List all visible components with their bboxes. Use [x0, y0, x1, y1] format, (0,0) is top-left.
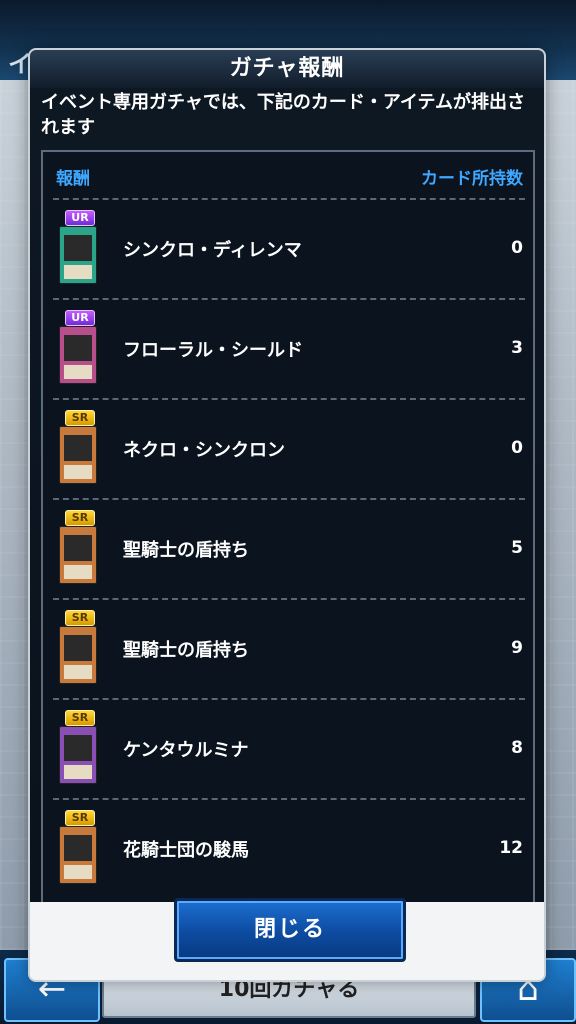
rarity-badge: SR [65, 610, 95, 626]
rarity-badge: SR [65, 410, 95, 426]
card-count: 0 [511, 238, 523, 258]
card-name: 聖騎士の盾持ち [123, 540, 249, 561]
reward-column-header: 報酬 [56, 169, 90, 189]
close-button[interactable]: 閉じる [174, 898, 406, 962]
list-item[interactable]: SR ケンタウルミナ 8 [53, 698, 525, 800]
synchro-card-icon [59, 226, 97, 284]
card-count: 3 [511, 338, 523, 358]
list-item[interactable]: SR 花騎士団の駿馬 12 [53, 798, 525, 900]
rarity-badge: SR [65, 710, 95, 726]
rarity-badge: UR [65, 310, 95, 326]
card-name: フローラル・シールド [123, 340, 303, 361]
list-item[interactable]: SR ネクロ・シンクロン 0 [53, 398, 525, 500]
fusion-monster-card-icon [59, 726, 97, 784]
rarity-badge: SR [65, 510, 95, 526]
effect-monster-card-icon [59, 426, 97, 484]
reward-list[interactable]: 報酬 カード所持数 UR シンクロ・ディレンマ 0 UR フローラル・シールド … [41, 150, 535, 904]
dialog-title: ガチャ報酬 [229, 56, 345, 81]
card-name: 花騎士団の駿馬 [123, 840, 249, 861]
dialog-body: イベント専用ガチャでは、下記のカード・アイテムが排出されます 報酬 カード所持数… [30, 88, 544, 904]
card-count: 8 [511, 738, 523, 758]
dialog-description: イベント専用ガチャでは、下記のカード・アイテムが排出されます [41, 92, 526, 138]
card-count: 9 [511, 638, 523, 658]
card-count-column-header: カード所持数 [421, 169, 523, 189]
card-count: 0 [511, 438, 523, 458]
dialog-header: ガチャ報酬 [30, 50, 544, 88]
list-header: 報酬 カード所持数 [43, 152, 533, 198]
list-item[interactable]: UR フローラル・シールド 3 [53, 298, 525, 400]
rarity-badge: UR [65, 210, 95, 226]
effect-monster-card-icon [59, 626, 97, 684]
gacha-reward-dialog: ガチャ報酬 イベント専用ガチャでは、下記のカード・アイテムが排出されます 報酬 … [30, 50, 544, 980]
rarity-badge: SR [65, 810, 95, 826]
list-item[interactable]: SR 聖騎士の盾持ち 9 [53, 598, 525, 700]
card-count: 5 [511, 538, 523, 558]
card-count: 12 [499, 838, 523, 858]
list-item[interactable]: SR 聖騎士の盾持ち 5 [53, 498, 525, 600]
card-name: ネクロ・シンクロン [123, 440, 285, 461]
card-name: ケンタウルミナ [123, 740, 249, 761]
card-name: 聖騎士の盾持ち [123, 640, 249, 661]
effect-monster-card-icon [59, 826, 97, 884]
trap-card-icon [59, 326, 97, 384]
effect-monster-card-icon [59, 526, 97, 584]
card-name: シンクロ・ディレンマ [123, 240, 302, 261]
list-item[interactable]: UR シンクロ・ディレンマ 0 [53, 198, 525, 300]
